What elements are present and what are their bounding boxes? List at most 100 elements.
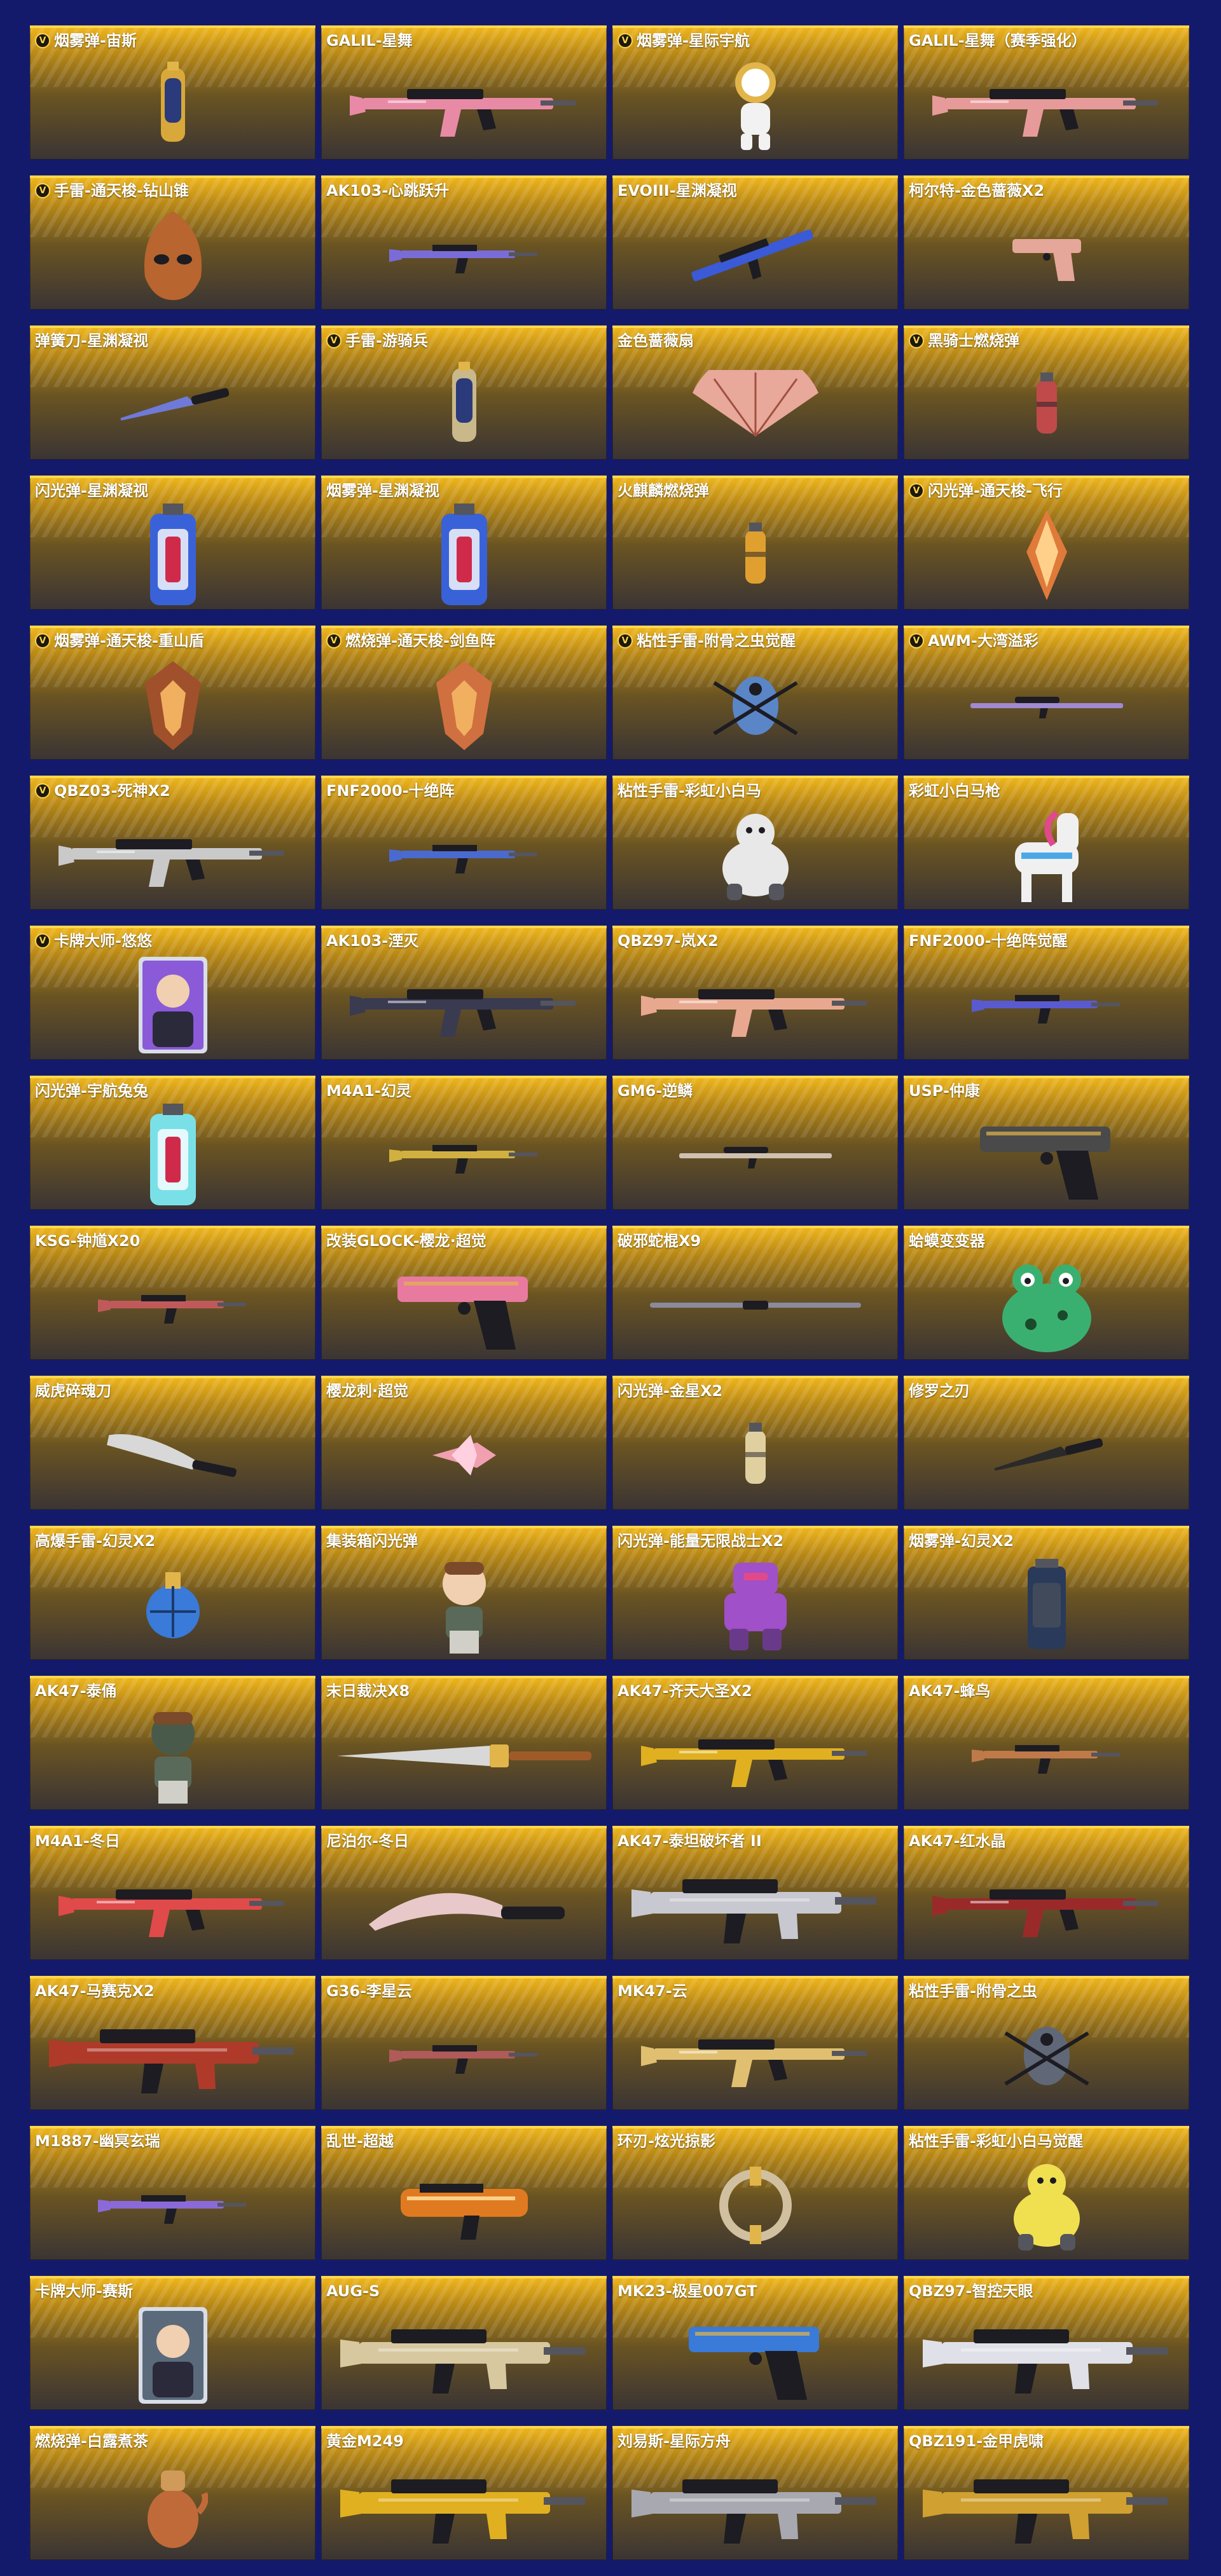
item-card[interactable]: 烟雾弹-星渊凝视	[321, 476, 607, 610]
item-card[interactable]: V 烟雾弹-通天梭-重山盾	[30, 626, 315, 760]
item-card[interactable]: 闪光弹-能量无限战士X2	[612, 1526, 898, 1660]
item-card[interactable]: 环刃-炫光掠影	[612, 2126, 898, 2260]
item-card[interactable]: V 粘性手雷-附骨之虫觉醒	[612, 626, 898, 760]
item-card[interactable]: V 卡牌大师-悠悠	[30, 926, 315, 1060]
item-card[interactable]: 粘性手雷-附骨之虫	[904, 1976, 1189, 2110]
item-card[interactable]: 改装GLOCK-樱龙·超觉	[321, 1226, 607, 1360]
item-card[interactable]: AK103-湮灭	[321, 926, 607, 1060]
item-card[interactable]: 弹簧刀-星渊凝视	[30, 325, 315, 460]
item-name: AK47-蜂鸟	[909, 1682, 991, 1700]
item-name-row: 改装GLOCK-樱龙·超觉	[326, 1232, 602, 1250]
item-card[interactable]: AK47-齐天大圣X2	[612, 1676, 898, 1810]
item-card[interactable]: G36-李星云	[321, 1976, 607, 2110]
item-card[interactable]: 金色蔷薇扇	[612, 325, 898, 460]
item-name-row: AK47-马赛克X2	[35, 1982, 310, 2000]
item-card[interactable]: GALIL-星舞	[321, 25, 607, 160]
item-card[interactable]: USP-仲康	[904, 1076, 1189, 1210]
item-rifle-small-icon	[321, 203, 607, 306]
item-card[interactable]: 卡牌大师-赛斯	[30, 2276, 315, 2410]
item-card[interactable]: 闪光弹-宇航兔兔	[30, 1076, 315, 1210]
item-card[interactable]: 集装箱闪光弹	[321, 1526, 607, 1660]
item-card[interactable]: V AWM-大湾溢彩	[904, 626, 1189, 760]
item-card[interactable]: QBZ97-岚X2	[612, 926, 898, 1060]
item-card[interactable]: V 烟雾弹-星际宇航	[612, 25, 898, 160]
item-name-row: 集装箱闪光弹	[326, 1532, 602, 1550]
item-card[interactable]: V QBZ03-死神X2	[30, 776, 315, 910]
item-card-icon	[30, 954, 315, 1056]
item-grid: V 烟雾弹-宙斯 GALIL-星舞 V 烟雾弹-星际宇航 GALIL-星舞（赛季强化…	[30, 25, 1190, 2560]
item-card[interactable]: 粘性手雷-彩虹小白马觉醒	[904, 2126, 1189, 2260]
item-card[interactable]: 黄金M249	[321, 2426, 607, 2560]
item-card[interactable]: M1887-幽冥玄瑞	[30, 2126, 315, 2260]
item-card[interactable]: 樱龙刺·超觉	[321, 1376, 607, 1510]
item-name-row: FNF2000-十绝阵觉醒	[909, 932, 1184, 950]
item-card[interactable]: M4A1-幻灵	[321, 1076, 607, 1210]
item-card[interactable]: AK47-泰坦破坏者 II	[612, 1826, 898, 1960]
v-badge-icon: V	[35, 933, 50, 949]
item-card[interactable]: 威虎碎魂刀	[30, 1376, 315, 1510]
item-launcher-icon	[321, 2154, 607, 2256]
item-card[interactable]: AK47-泰俑	[30, 1676, 315, 1810]
item-card[interactable]: 火麒麟燃烧弹	[612, 476, 898, 610]
item-card[interactable]: V 闪光弹-通天梭-飞行	[904, 476, 1189, 610]
item-name: QBZ97-智控天眼	[909, 2282, 1033, 2300]
item-card[interactable]: 粘性手雷-彩虹小白马	[612, 776, 898, 910]
item-card[interactable]: EVOIII-星渊凝视	[612, 175, 898, 310]
item-card[interactable]: KSG-钟馗X20	[30, 1226, 315, 1360]
item-name-row: 燃烧弹-白露煮茶	[35, 2432, 310, 2450]
item-card[interactable]: 乱世-超越	[321, 2126, 607, 2260]
item-card[interactable]: V 燃烧弹-通天梭-剑鱼阵	[321, 626, 607, 760]
item-card[interactable]: 刘易斯-星际方舟	[612, 2426, 898, 2560]
item-card[interactable]: 高爆手雷-幻灵X2	[30, 1526, 315, 1660]
item-name: 樱龙刺·超觉	[326, 1382, 409, 1400]
item-name-row: 乱世-超越	[326, 2132, 602, 2150]
item-name-row: 彩虹小白马枪	[909, 782, 1184, 800]
item-name: AK47-红水晶	[909, 1832, 1006, 1850]
item-card[interactable]: 闪光弹-星渊凝视	[30, 476, 315, 610]
item-card[interactable]: GALIL-星舞（赛季强化）	[904, 25, 1189, 160]
item-card[interactable]: 末日裁决X8	[321, 1676, 607, 1810]
item-card[interactable]: FNF2000-十绝阵	[321, 776, 607, 910]
item-card[interactable]: GM6-逆鳞	[612, 1076, 898, 1210]
item-name: 手雷-通天梭-钻山锥	[54, 182, 189, 200]
item-card[interactable]: M4A1-冬日	[30, 1826, 315, 1960]
item-card[interactable]: V 黑骑士燃烧弹	[904, 325, 1189, 460]
item-name-row: V AWM-大湾溢彩	[909, 632, 1184, 650]
item-name: 集装箱闪光弹	[326, 1532, 418, 1550]
item-card[interactable]: 蛤蟆变变器	[904, 1226, 1189, 1360]
item-card[interactable]: V 烟雾弹-宙斯	[30, 25, 315, 160]
item-card[interactable]: AK47-蜂鸟	[904, 1676, 1189, 1810]
item-name-row: QBZ97-智控天眼	[909, 2282, 1184, 2300]
item-name-row: MK47-云	[617, 1982, 893, 2000]
item-teapot-icon	[30, 2454, 315, 2556]
item-card[interactable]: V 手雷-游骑兵	[321, 325, 607, 460]
item-card[interactable]: QBZ191-金甲虎啸	[904, 2426, 1189, 2560]
item-card[interactable]: 破邪蛇棍X9	[612, 1226, 898, 1360]
item-card[interactable]: AK103-心跳跃升	[321, 175, 607, 310]
item-card[interactable]: QBZ97-智控天眼	[904, 2276, 1189, 2410]
item-name: QBZ03-死神X2	[54, 782, 170, 800]
item-card[interactable]: MK23-极星007GT	[612, 2276, 898, 2410]
item-name-row: V 烟雾弹-通天梭-重山盾	[35, 632, 310, 650]
item-card[interactable]: 柯尔特-金色蔷薇X2	[904, 175, 1189, 310]
item-sword-icon	[321, 1704, 607, 1806]
item-name-row: 黄金M249	[326, 2432, 602, 2450]
item-card[interactable]: 修罗之刃	[904, 1376, 1189, 1510]
item-card[interactable]: 燃烧弹-白露煮茶	[30, 2426, 315, 2560]
item-name-row: 樱龙刺·超觉	[326, 1382, 602, 1400]
item-grenade-small-icon	[904, 353, 1189, 456]
item-name: QBZ97-岚X2	[617, 932, 719, 950]
item-card[interactable]: AUG-S	[321, 2276, 607, 2410]
item-card[interactable]: 烟雾弹-幻灵X2	[904, 1526, 1189, 1660]
item-card[interactable]: 尼泊尔-冬日	[321, 1826, 607, 1960]
item-card[interactable]: FNF2000-十绝阵觉醒	[904, 926, 1189, 1060]
item-name-row: 粘性手雷-彩虹小白马	[617, 782, 893, 800]
item-name: 粘性手雷-附骨之虫	[909, 1982, 1037, 2000]
item-card[interactable]: AK47-马赛克X2	[30, 1976, 315, 2110]
item-card[interactable]: 闪光弹-金星X2	[612, 1376, 898, 1510]
item-card[interactable]: MK47-云	[612, 1976, 898, 2110]
item-card[interactable]: AK47-红水晶	[904, 1826, 1189, 1960]
item-card[interactable]: 彩虹小白马枪	[904, 776, 1189, 910]
item-card[interactable]: V 手雷-通天梭-钻山锥	[30, 175, 315, 310]
item-name: 烟雾弹-星渊凝视	[326, 482, 439, 500]
